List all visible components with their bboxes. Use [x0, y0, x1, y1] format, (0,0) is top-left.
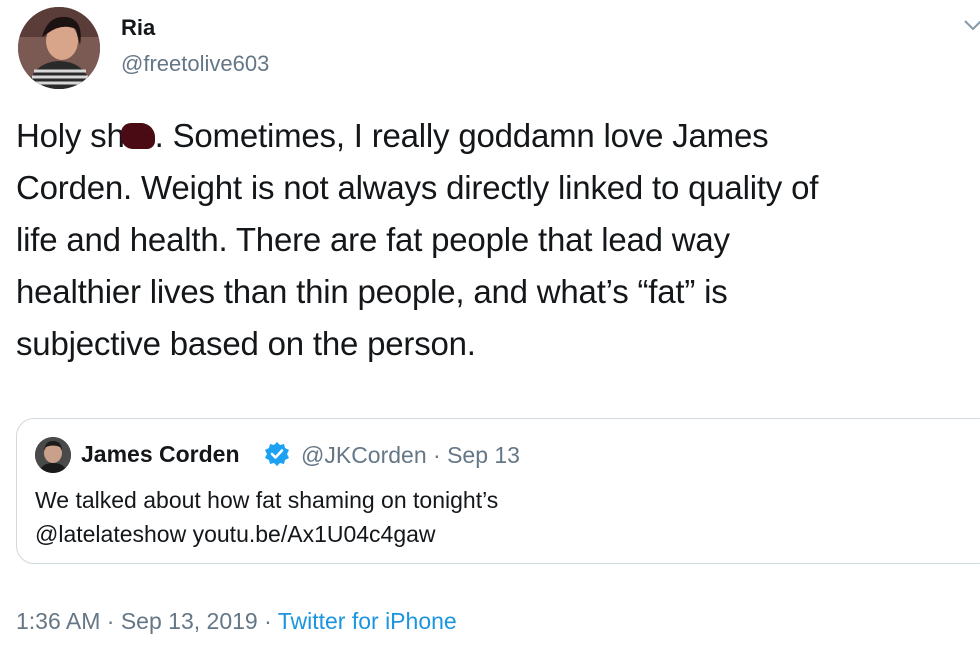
quoted-author-avatar [35, 437, 71, 473]
meta-separator: · [100, 608, 121, 634]
author-avatar[interactable] [18, 7, 100, 89]
tweet-line: subjective based on the person. [16, 325, 476, 362]
quoted-author-name: James Corden [81, 441, 240, 467]
tweet-line: life and health. There are fat people th… [16, 221, 730, 258]
author-name[interactable]: Ria [121, 15, 155, 41]
tweet-date[interactable]: Sep 13, 2019 [121, 608, 258, 634]
quoted-tweet-text: We talked about how fat shaming on tonig… [35, 483, 498, 551]
quoted-handle-date: @JKCorden · Sep 13 [301, 442, 520, 468]
tweet-line: Corden. Weight is not always directly li… [16, 169, 819, 206]
quoted-tweet-line: @latelateshow youtu.be/Ax1U04c4gaw [35, 521, 436, 547]
tweet-line: Holy sh . Sometimes, I really goddamn lov… [16, 110, 971, 162]
verified-badge-icon [264, 441, 290, 467]
tweet-meta: 1:36 AM · Sep 13, 2019 · Twitter for iPh… [16, 608, 457, 635]
tweet-text: Holy sh . Sometimes, I really goddamn lov… [16, 110, 971, 370]
chevron-down-icon[interactable] [962, 14, 980, 36]
tweet-line-rest: . Sometimes, I really goddamn love James [154, 117, 769, 154]
tweet-line-start: Holy sh [16, 117, 125, 154]
quoted-tweet-line: We talked about how fat shaming on tonig… [35, 487, 499, 513]
author-handle[interactable]: @freetolive603 [121, 51, 269, 77]
tweet-source-link[interactable]: Twitter for iPhone [278, 608, 457, 634]
quoted-tweet-card[interactable]: James Corden @JKCorden · Sep 13 We talke… [16, 418, 980, 564]
meta-separator: · [257, 608, 278, 634]
tweet-line: healthier lives than thin people, and wh… [16, 273, 728, 310]
censor-mark [120, 123, 155, 149]
tweet-time[interactable]: 1:36 AM [16, 608, 100, 634]
